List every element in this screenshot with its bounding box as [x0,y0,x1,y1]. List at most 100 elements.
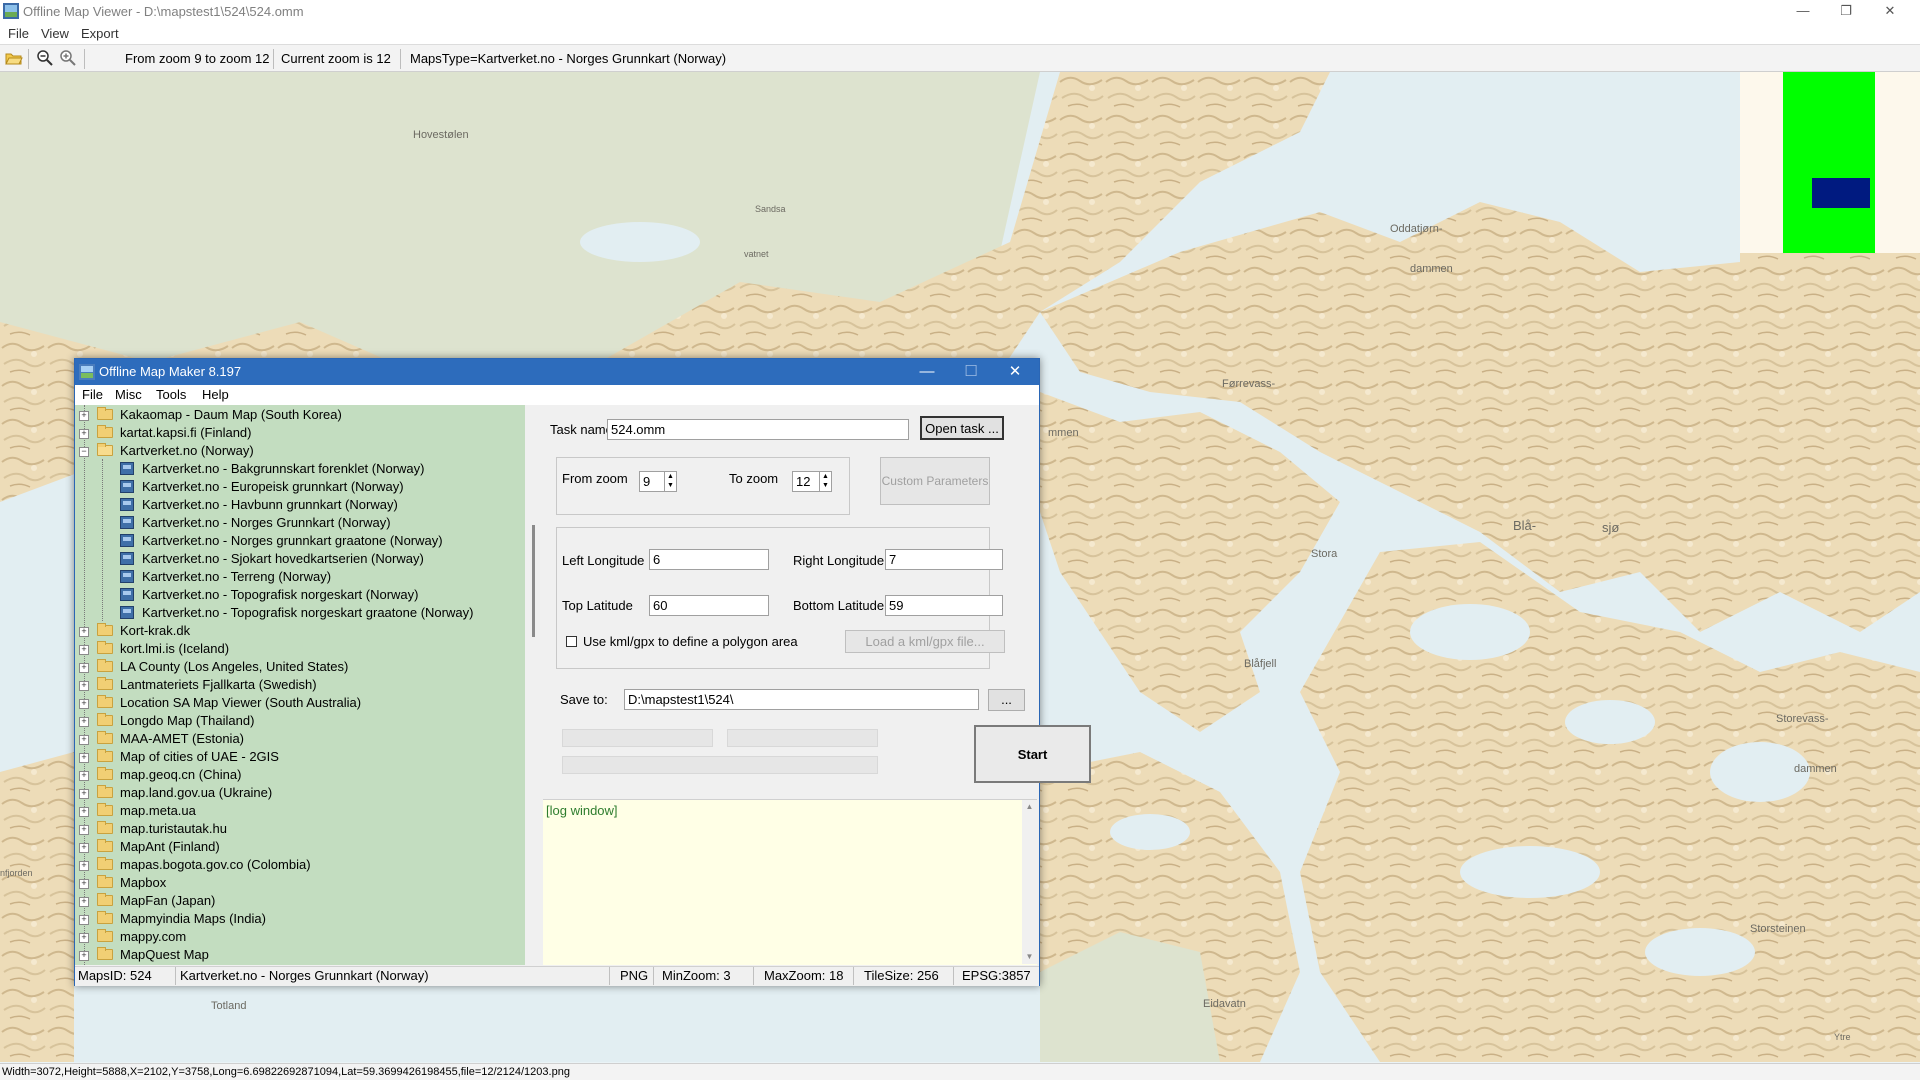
expand-icon[interactable]: + [79,627,89,637]
tree-item[interactable]: + Lantmateriets Fjallkarta (Swedish) [75,676,525,694]
expand-icon[interactable]: + [79,897,89,907]
tree-item[interactable]: + Mapbox [75,874,525,892]
tree-map-item[interactable]: Kartverket.no - Norges grunnkart graaton… [75,532,525,550]
tree-item[interactable]: + MapQuest Map [75,946,525,964]
expand-icon[interactable]: + [79,411,89,421]
tree-item[interactable]: + Longdo Map (Thailand) [75,712,525,730]
expand-icon[interactable]: + [79,663,89,673]
dialog-titlebar: Offline Map Maker 8.197 — ☐ ✕ [75,359,1039,385]
tree-scrollbar-thumb[interactable] [532,525,535,637]
expand-icon[interactable]: + [79,735,89,745]
top-latitude-field[interactable]: 60 [649,595,769,616]
expand-icon[interactable]: + [79,429,89,439]
to-zoom-spin-arrows-icon[interactable]: ▲ ▼ [819,472,831,491]
tree-item[interactable]: + Mapmyindia Maps (India) [75,910,525,928]
tree-item[interactable]: + Map of cities of UAE - 2GIS [75,748,525,766]
save-to-field[interactable]: D:\mapstest1\524\ [624,689,979,710]
log-window[interactable]: [log window] ▲ ▼ [543,799,1037,965]
tree-item[interactable]: + MapAnt (Finland) [75,838,525,856]
start-button[interactable]: Start [974,725,1091,783]
open-folder-icon[interactable] [5,49,23,67]
tree-map-item[interactable]: Kartverket.no - Havbunn grunnkart (Norwa… [75,496,525,514]
right-longitude-field[interactable]: 7 [885,549,1003,570]
expand-icon[interactable]: + [79,717,89,727]
tree-item[interactable]: + Location SA Map Viewer (South Australia… [75,694,525,712]
dialog-title: Offline Map Maker 8.197 [99,364,242,379]
tree-item[interactable]: + mapas.bogota.gov.co (Colombia) [75,856,525,874]
from-zoom-stepper[interactable]: 9 ▲ ▼ [639,471,677,492]
tree-map-item[interactable]: Kartverket.no - Topografisk norgeskart (… [75,586,525,604]
minimize-button[interactable]: — [1785,0,1821,24]
dialog-menu-help[interactable]: Help [202,387,229,402]
collapse-icon[interactable]: − [79,447,89,457]
tree-item[interactable]: + kartat.kapsi.fi (Finland) [75,424,525,442]
expand-icon[interactable]: + [79,699,89,709]
dialog-close-button[interactable]: ✕ [993,359,1037,385]
tree-item[interactable]: + MAA-AMET (Estonia) [75,730,525,748]
dialog-menu-file[interactable]: File [82,387,103,402]
from-zoom-spin-arrows-icon[interactable]: ▲ ▼ [664,472,676,491]
map-icon [120,570,134,583]
overview-minimap[interactable] [1740,72,1920,253]
custom-parameters-button[interactable]: Custom Parameters [880,457,990,505]
menu-export[interactable]: Export [81,26,119,41]
load-kml-button[interactable]: Load a kml/gpx file... [845,630,1005,653]
tree-map-item[interactable]: Kartverket.no - Bakgrunnskart forenklet … [75,460,525,478]
tree-item[interactable]: + MapFan (Japan) [75,892,525,910]
log-scrollbar[interactable]: ▲ ▼ [1022,800,1037,964]
close-button[interactable]: ✕ [1872,0,1908,24]
to-zoom-stepper[interactable]: 12 ▲ ▼ [792,471,832,492]
expand-icon[interactable]: + [79,789,89,799]
minimap-viewport[interactable] [1812,178,1870,208]
browse-button[interactable]: ... [988,689,1025,711]
dialog-minimize-button[interactable]: — [905,359,949,385]
expand-icon[interactable]: + [79,861,89,871]
dialog-maximize-button[interactable]: ☐ [949,359,993,385]
tree-item-expanded[interactable]: − Kartverket.no (Norway) [75,442,525,460]
expand-icon[interactable]: + [79,843,89,853]
tree-map-item[interactable]: Kartverket.no - Europeisk grunnkart (Nor… [75,478,525,496]
open-task-button[interactable]: Open task ... [920,416,1004,440]
expand-icon[interactable]: + [79,879,89,889]
tree-scrollbar[interactable] [525,405,542,965]
expand-icon[interactable]: + [79,645,89,655]
expand-icon[interactable]: + [79,825,89,835]
bottom-latitude-field[interactable]: 59 [885,595,1003,616]
expand-icon[interactable]: + [79,933,89,943]
tree-item[interactable]: + map.turistautak.hu [75,820,525,838]
left-longitude-field[interactable]: 6 [649,549,769,570]
expand-icon[interactable]: + [79,681,89,691]
tree-item[interactable]: + Kakaomap - Daum Map (South Korea) [75,406,525,424]
tree-map-item[interactable]: Kartverket.no - Sjokart hovedkartserien … [75,550,525,568]
map-place-label: Blåfjell [1244,658,1277,670]
tree-item[interactable]: + map.land.gov.ua (Ukraine) [75,784,525,802]
tree-item[interactable]: + Kort-krak.dk [75,622,525,640]
zoom-in-icon[interactable] [59,49,77,67]
restore-button[interactable]: ❐ [1828,0,1864,24]
expand-icon[interactable]: + [79,807,89,817]
tree-item[interactable]: + map.geoq.cn (China) [75,766,525,784]
scroll-up-icon[interactable]: ▲ [1022,800,1037,814]
tree-item[interactable]: + kort.lmi.is (Iceland) [75,640,525,658]
expand-icon[interactable]: + [79,753,89,763]
tree-item-label: map.land.gov.ua (Ukraine) [120,785,273,800]
menu-view[interactable]: View [41,26,69,41]
tree-item[interactable]: + mappy.com [75,928,525,946]
tree-map-item-selected[interactable]: Kartverket.no - Norges Grunnkart (Norway… [75,514,525,532]
tree-map-item[interactable]: Kartverket.no - Topografisk norgeskart g… [75,604,525,622]
scroll-down-icon[interactable]: ▼ [1022,950,1037,964]
tree-item[interactable]: + LA County (Los Angeles, United States) [75,658,525,676]
dialog-menu-misc[interactable]: Misc [115,387,142,402]
expand-icon[interactable]: + [79,915,89,925]
status-min-zoom: MinZoom: 3 [654,967,754,985]
zoom-out-icon[interactable] [36,49,54,67]
dialog-menu-tools[interactable]: Tools [156,387,186,402]
tree-map-item[interactable]: Kartverket.no - Terreng (Norway) [75,568,525,586]
expand-icon[interactable]: + [79,771,89,781]
menu-file[interactable]: File [8,26,29,41]
kml-checkbox[interactable] [566,636,577,647]
expand-icon[interactable]: + [79,951,89,961]
maps-tree[interactable]: + Kakaomap - Daum Map (South Korea) + ka… [75,405,525,965]
tree-item[interactable]: + map.meta.ua [75,802,525,820]
task-name-field[interactable]: 524.omm [607,419,909,440]
